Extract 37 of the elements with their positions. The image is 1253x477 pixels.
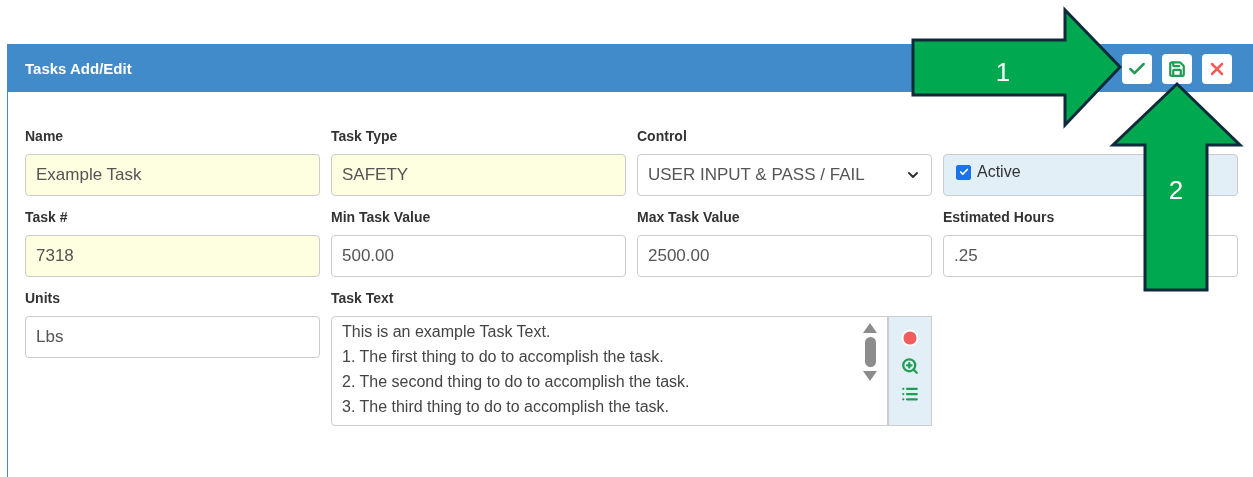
checkbox[interactable] — [956, 164, 971, 180]
zoom-in-icon[interactable] — [901, 357, 920, 375]
clock-icon[interactable] — [901, 329, 920, 347]
field-label: Control — [637, 128, 688, 144]
scroll-down-icon[interactable] — [863, 371, 878, 381]
text-line: 1. The first thing to do to accomplish the task. — [342, 348, 665, 366]
input-field[interactable]: Example Task — [25, 154, 320, 196]
field-label: Min Task Value — [331, 209, 432, 225]
field-label: Task # — [25, 209, 69, 225]
input-field[interactable]: Lbs — [25, 316, 320, 358]
field-label: Units — [25, 290, 61, 306]
scrollbar-thumb[interactable] — [864, 337, 876, 367]
field-label: Name — [25, 128, 65, 144]
cancel-button[interactable] — [1202, 53, 1232, 84]
callout-number: 2 — [1168, 175, 1184, 205]
input-field[interactable]: SAFETY — [331, 154, 626, 196]
text-line: 2. The second thing to do to accomplish the task. — [342, 373, 690, 391]
save-icon — [1168, 59, 1186, 78]
field-label: Task Type — [331, 128, 399, 144]
text-line: 3. The third thing to do to accomplish the task. — [342, 398, 670, 416]
text-area[interactable]: This is an example Task Text. 1. The first thing to do to accomplish the task. 2. The second thing to do to accomplish the task. 3. The third thing to do to accomplish the task. — [331, 316, 889, 426]
input-field[interactable]: 500.00 — [331, 235, 626, 277]
scroll-up-icon[interactable] — [863, 323, 878, 333]
checkbox-label: Active — [977, 163, 1021, 181]
field-label: Task Text — [331, 290, 395, 306]
panel-title: Tasks Add/Edit — [25, 60, 132, 77]
confirm-button[interactable] — [1122, 53, 1152, 84]
save-button[interactable] — [1162, 53, 1192, 84]
text-line: This is an example Task Text. — [342, 323, 552, 341]
input-field[interactable]: 7318 — [25, 235, 320, 277]
list-icon[interactable] — [901, 385, 920, 403]
callout-number: 1 — [995, 57, 1011, 87]
field-label: Estimated Hours — [943, 209, 1056, 225]
field-label: Max Task Value — [637, 209, 741, 225]
input-field[interactable]: 2500.00 — [637, 235, 932, 277]
select-field[interactable]: USER INPUT & PASS / FAIL — [637, 154, 932, 196]
check-icon — [958, 167, 969, 177]
